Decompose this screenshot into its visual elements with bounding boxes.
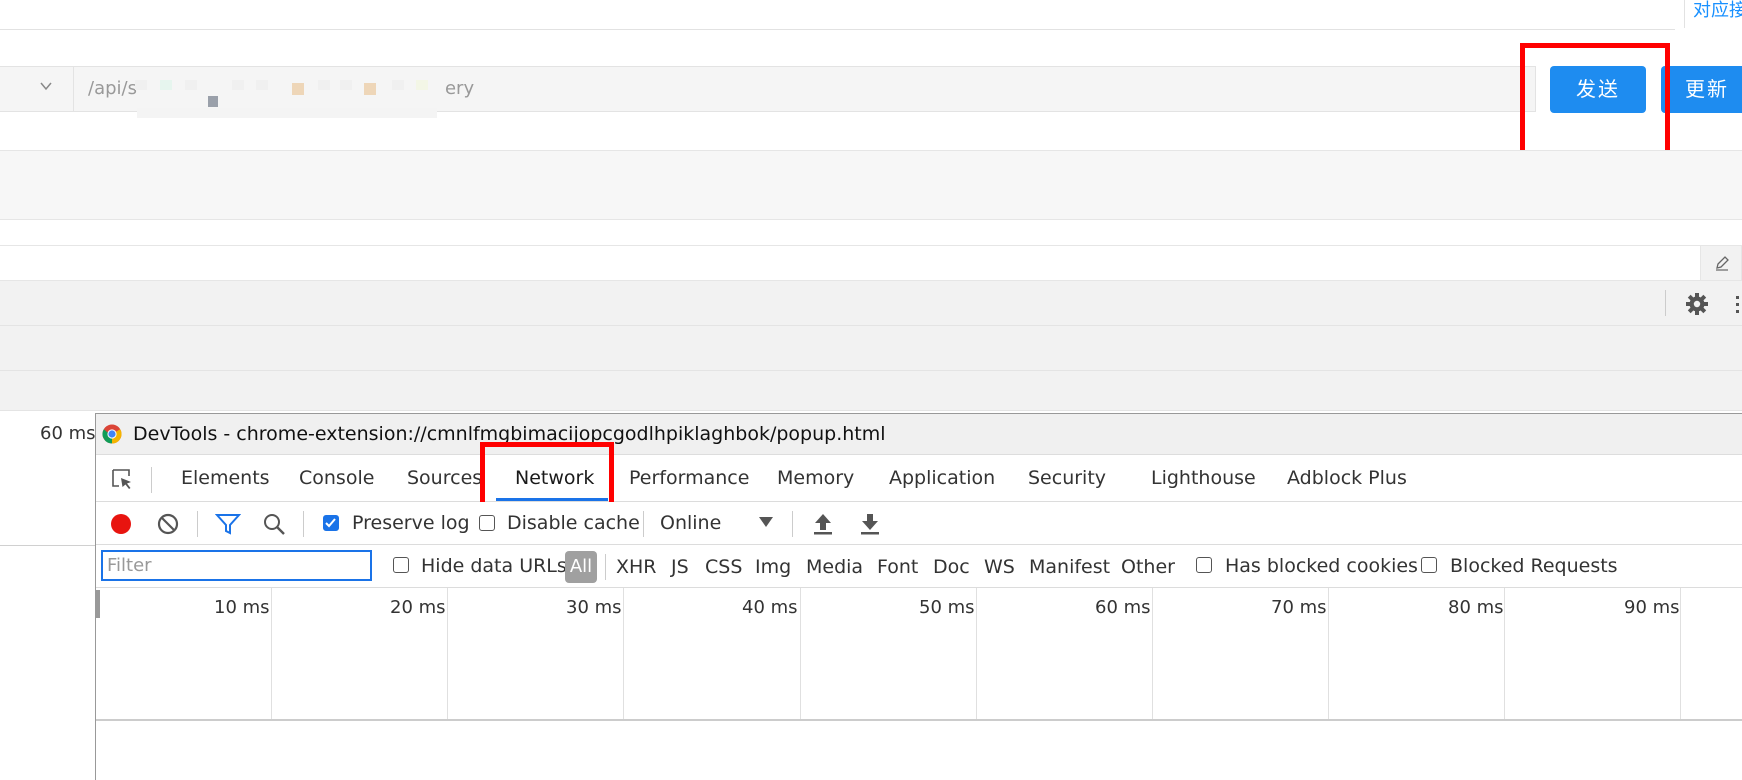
- chrome-icon: [102, 424, 122, 444]
- filter-type-manifest[interactable]: Manifest: [1029, 556, 1110, 578]
- params-section: [0, 150, 1742, 220]
- tab-application[interactable]: Application: [889, 467, 995, 489]
- check-icon: [325, 518, 336, 528]
- method-select[interactable]: [0, 66, 74, 112]
- timeline-gridline: [1328, 588, 1329, 719]
- toolbar-divider: [792, 511, 793, 537]
- timeline-tick-label: 50 ms: [919, 597, 975, 618]
- divider: [0, 545, 96, 546]
- filter-input[interactable]: Filter: [101, 550, 372, 581]
- chevron-down-icon[interactable]: [40, 80, 52, 92]
- inspect-icon[interactable]: [110, 467, 134, 491]
- tab-performance[interactable]: Performance: [629, 467, 749, 489]
- tab-console[interactable]: Console: [299, 467, 374, 489]
- tab-security[interactable]: Security: [1028, 467, 1106, 489]
- toolbar-divider: [197, 511, 198, 537]
- timeline-tick-label: 60 ms: [1095, 597, 1151, 618]
- filter-type-img[interactable]: Img: [755, 556, 791, 578]
- response-toolbar: [0, 281, 1742, 326]
- response-tabs: [0, 326, 1742, 371]
- edit-icon[interactable]: [1713, 254, 1731, 272]
- toolbar-divider: [643, 511, 644, 537]
- timeline-gridline: [1680, 588, 1681, 719]
- edit-cell[interactable]: [1700, 245, 1742, 281]
- clear-icon[interactable]: [156, 512, 180, 536]
- disable-cache-checkbox[interactable]: [479, 515, 495, 531]
- timeline-gridline: [447, 588, 448, 719]
- filter-type-media[interactable]: Media: [806, 556, 863, 578]
- timeline-tick-label: 80 ms: [1448, 597, 1504, 618]
- timeline-tick-label: 20 ms: [390, 597, 446, 618]
- preserve-log-checkbox[interactable]: [323, 515, 339, 531]
- filter-type-doc[interactable]: Doc: [933, 556, 970, 578]
- hide-data-urls-label[interactable]: Hide data URLs: [421, 555, 567, 577]
- filter-type-xhr[interactable]: XHR: [616, 556, 657, 578]
- gear-icon[interactable]: [1685, 292, 1709, 316]
- toolbar-divider: [303, 511, 304, 537]
- response-header: [0, 371, 1742, 411]
- filter-divider: [605, 554, 606, 580]
- filter-type-js[interactable]: JS: [671, 556, 689, 578]
- timeline-gridline: [976, 588, 977, 719]
- more-dots-icon[interactable]: [1736, 296, 1739, 299]
- network-toolbar: [96, 502, 1742, 545]
- response-time: 60 ms: [40, 423, 96, 444]
- filter-type-all[interactable]: All: [565, 551, 597, 583]
- disable-cache-label[interactable]: Disable cache: [507, 512, 640, 534]
- has-blocked-cookies-checkbox[interactable]: [1196, 557, 1212, 573]
- tab-divider: [151, 467, 152, 493]
- timeline-tick-label: 70 ms: [1271, 597, 1327, 618]
- timeline-tick-label: 40 ms: [742, 597, 798, 618]
- toolbar-divider: [1665, 290, 1666, 316]
- search-icon[interactable]: [262, 512, 286, 536]
- top-input-row: [0, 0, 1675, 30]
- upload-icon[interactable]: [812, 512, 834, 536]
- record-icon[interactable]: [109, 512, 133, 536]
- api-link[interactable]: 对应接口: [1684, 0, 1742, 28]
- tab-elements[interactable]: Elements: [181, 467, 270, 489]
- timeline-tick-label: 30 ms: [566, 597, 622, 618]
- filter-type-other[interactable]: Other: [1121, 556, 1175, 578]
- timeline-gridline: [1152, 588, 1153, 719]
- throttling-select[interactable]: Online: [660, 512, 721, 534]
- timeline-tick-label: 10 ms: [214, 597, 270, 618]
- blocked-requests-checkbox[interactable]: [1421, 557, 1437, 573]
- filter-type-font[interactable]: Font: [877, 556, 918, 578]
- timeline-tick-label: 90 ms: [1624, 597, 1680, 618]
- tab-sources[interactable]: Sources: [407, 467, 482, 489]
- timeline-gridline: [271, 588, 272, 719]
- url-suffix: ery: [444, 78, 475, 99]
- tab-memory[interactable]: Memory: [777, 467, 854, 489]
- blocked-requests-label[interactable]: Blocked Requests: [1450, 555, 1618, 577]
- body-row: [0, 245, 1700, 281]
- request-list: [96, 721, 1742, 780]
- chevron-down-icon[interactable]: [759, 517, 773, 529]
- filter-type-ws[interactable]: WS: [984, 556, 1015, 578]
- download-icon[interactable]: [859, 512, 881, 536]
- tab-lighthouse[interactable]: Lighthouse: [1151, 467, 1256, 489]
- filter-type-css[interactable]: CSS: [705, 556, 742, 578]
- update-button[interactable]: 更新: [1661, 66, 1742, 113]
- hide-data-urls-checkbox[interactable]: [393, 557, 409, 573]
- has-blocked-cookies-label[interactable]: Has blocked cookies: [1225, 555, 1418, 577]
- timeline-gridline: [800, 588, 801, 719]
- tab-adblock-plus[interactable]: Adblock Plus: [1287, 467, 1407, 489]
- url-prefix: /api/s: [88, 78, 137, 99]
- preserve-log-label[interactable]: Preserve log: [352, 512, 470, 534]
- timeline-gridline: [623, 588, 624, 719]
- timeline-grip[interactable]: [96, 590, 100, 618]
- filter-icon[interactable]: [215, 512, 241, 536]
- timeline-gridline: [1504, 588, 1505, 719]
